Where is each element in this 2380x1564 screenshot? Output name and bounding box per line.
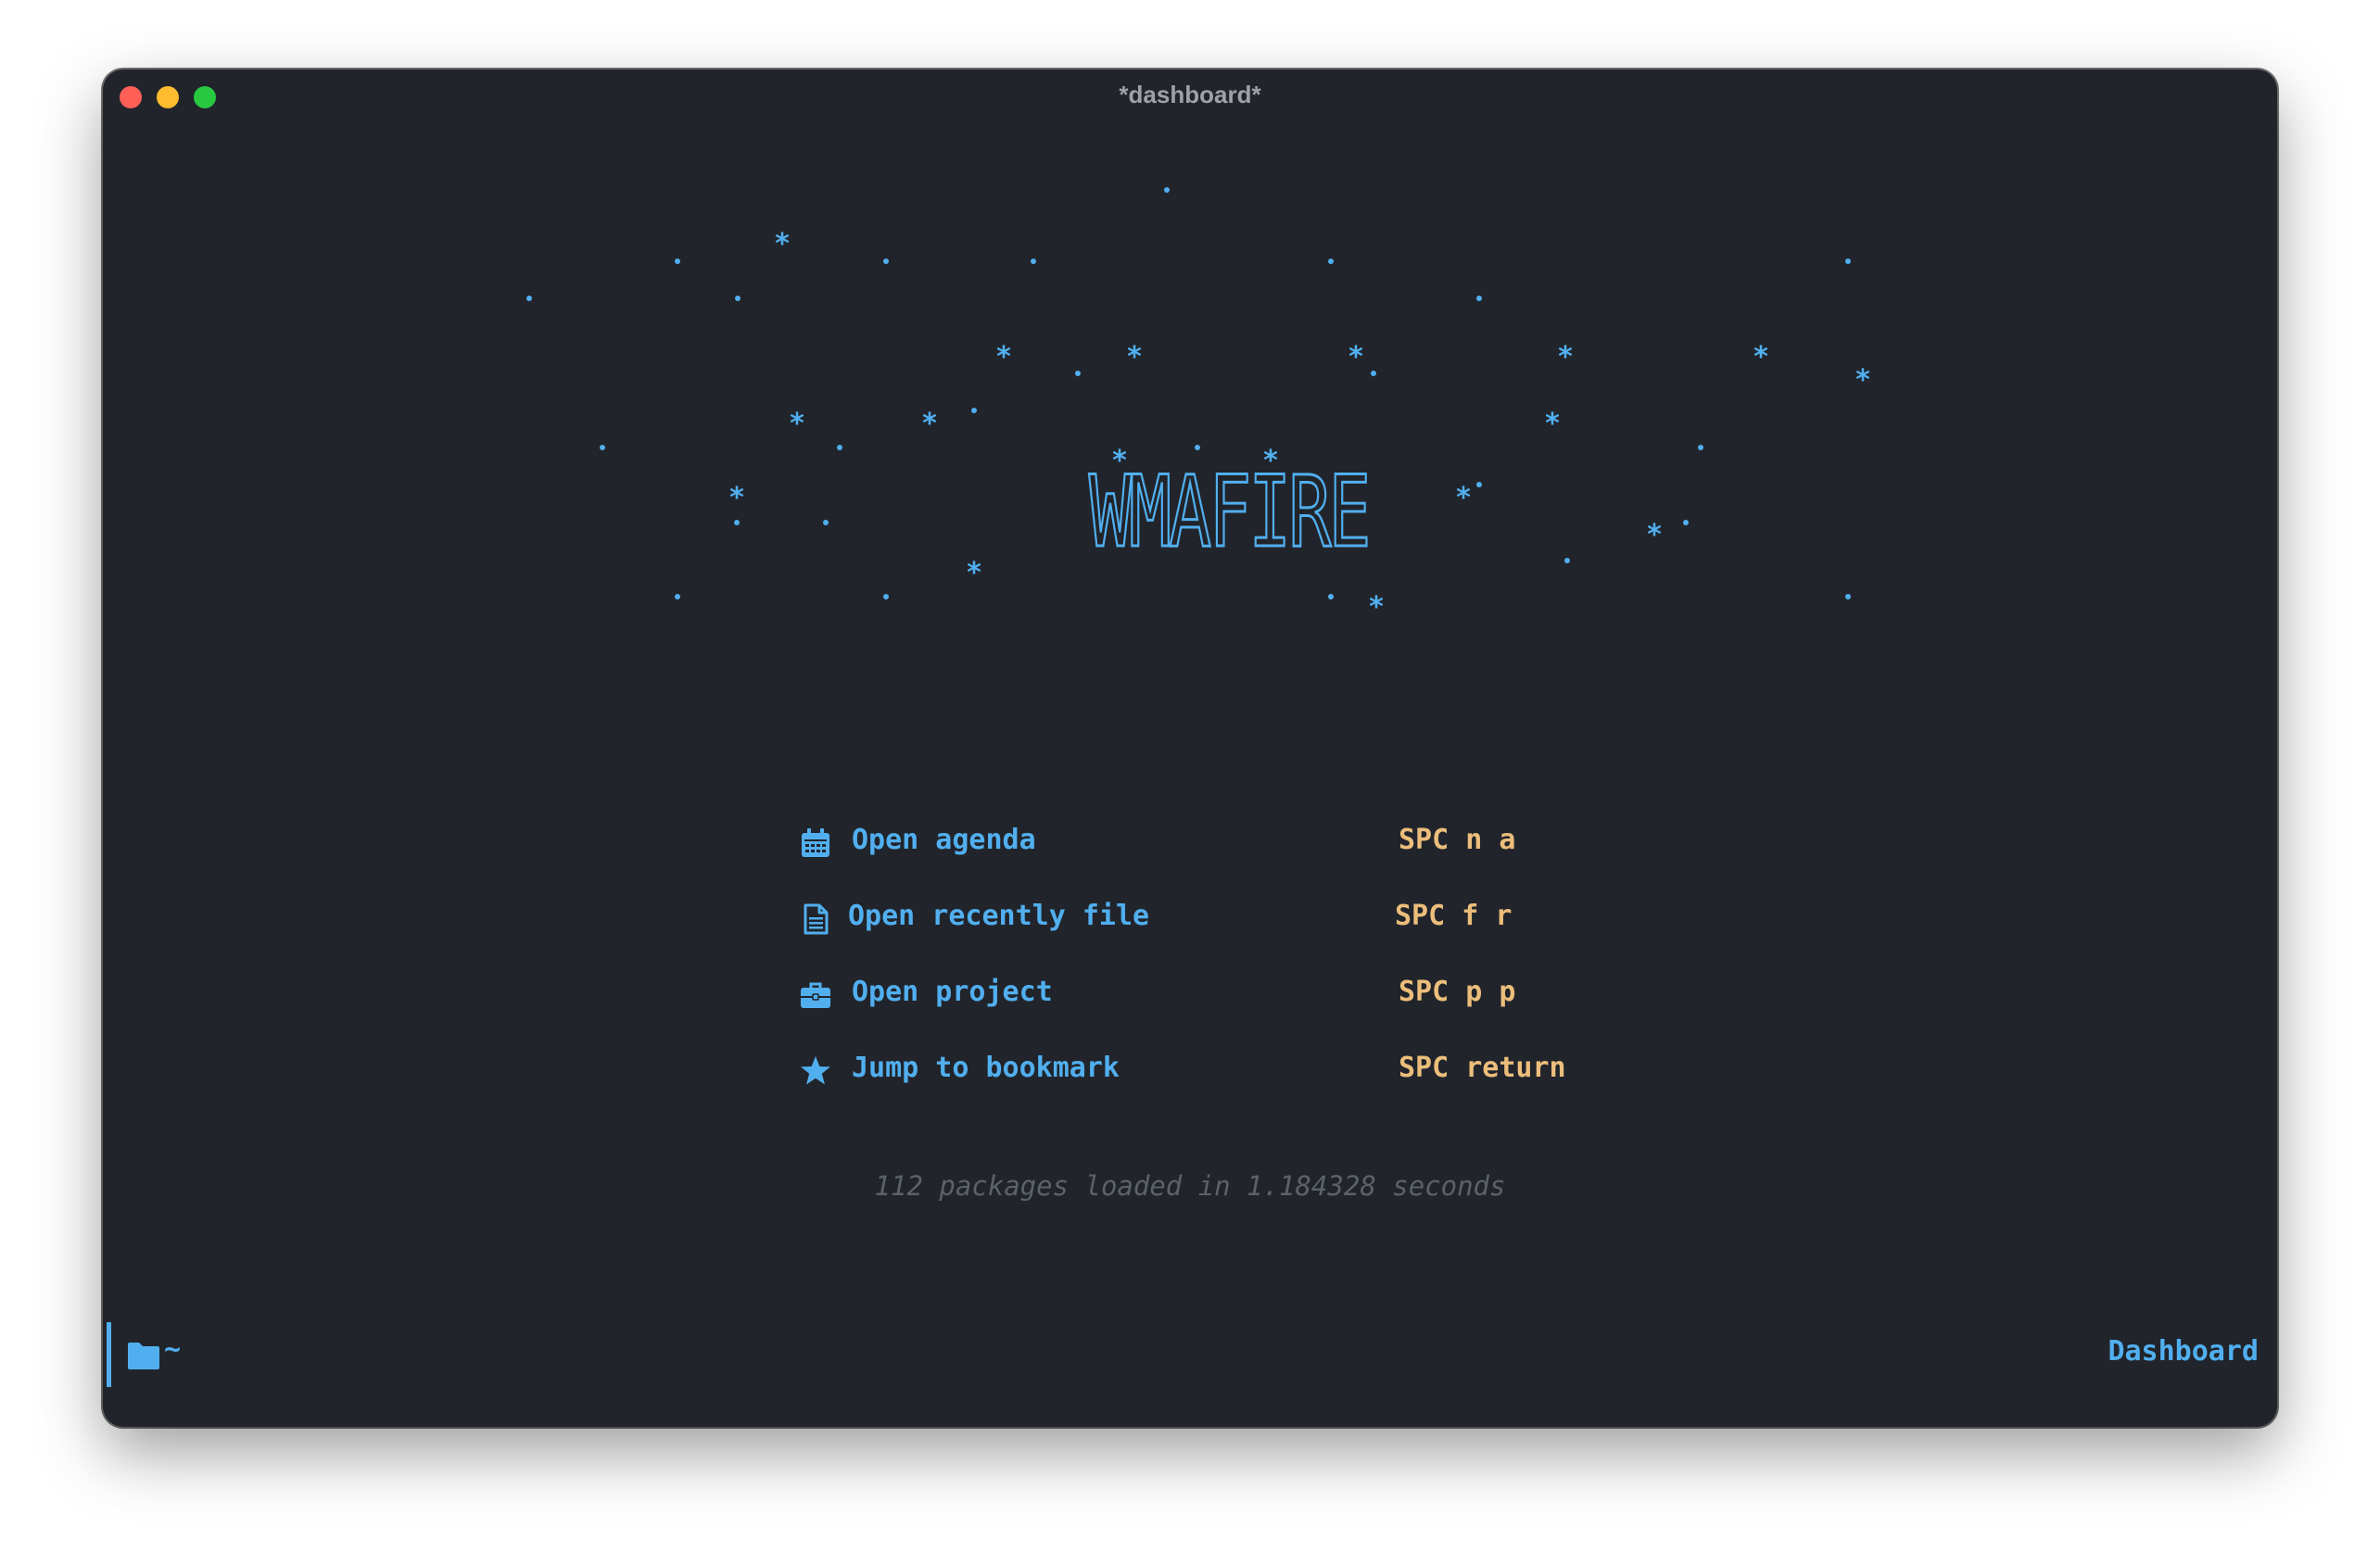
- star-dot-11: [971, 408, 977, 413]
- star-dot-23: [1328, 594, 1334, 599]
- menu-item-shortcut: SPC p p: [1399, 976, 1516, 1008]
- menu-item-label: Open agenda: [852, 824, 1036, 856]
- star-icon: [801, 1056, 830, 1085]
- mode-line: ~ Dashboard: [103, 1322, 2277, 1389]
- star-asterisk-15: *: [1646, 519, 1663, 551]
- star-asterisk-4: *: [1557, 341, 1574, 373]
- star-dot-12: [600, 445, 605, 450]
- calendar-icon: [802, 828, 829, 857]
- star-dot-3: [1031, 259, 1036, 264]
- star-dot-20: [1564, 558, 1570, 563]
- menu-item-label: Jump to bookmark: [852, 1052, 1120, 1084]
- briefcase-icon: [801, 982, 830, 1008]
- star-asterisk-5: *: [1753, 341, 1769, 373]
- star-dot-13: [837, 445, 842, 450]
- star-dot-15: [1698, 445, 1703, 450]
- star-dot-7: [735, 296, 741, 301]
- menu-item-jump-to-bookmark[interactable]: Jump to bookmark SPC return: [800, 1044, 1634, 1100]
- star-asterisk-7: *: [789, 408, 805, 440]
- star-dot-1: [675, 259, 680, 264]
- star-asterisk-13: *: [1455, 482, 1472, 514]
- star-dot-4: [1328, 259, 1334, 264]
- star-dot-16: [1476, 482, 1482, 487]
- menu-item-shortcut: SPC n a: [1399, 824, 1516, 856]
- banner-logo: WMAFIRE: [1088, 455, 1373, 569]
- star-dot-24: [1845, 594, 1851, 599]
- menu-item-shortcut: SPC f r: [1395, 900, 1513, 932]
- star-dot-2: [883, 259, 889, 264]
- star-dot-21: [675, 594, 680, 599]
- star-dot-5: [1845, 259, 1851, 264]
- star-dot-18: [823, 520, 829, 525]
- star-dot-14: [1195, 445, 1200, 450]
- star-asterisk-0: *: [774, 228, 791, 260]
- star-asterisk-6: *: [1855, 364, 1871, 397]
- star-asterisk-12: *: [728, 482, 745, 514]
- star-dot-22: [883, 594, 889, 599]
- menu-item-open-project[interactable]: Open project SPC p p: [800, 968, 1634, 1024]
- major-mode-name: Dashboard: [2108, 1335, 2259, 1368]
- emacs-window: *dashboard* * * * * * * * * * * * * * * * * * WMAFIRE Op…: [103, 69, 2277, 1427]
- current-directory: ~: [164, 1333, 182, 1366]
- star-asterisk-2: *: [1126, 341, 1143, 373]
- star-asterisk-8: *: [921, 408, 938, 440]
- star-dot-6: [526, 296, 532, 301]
- star-dot-17: [734, 520, 740, 525]
- star-asterisk-11: *: [1544, 408, 1561, 440]
- init-info: 112 packages loaded in 1.184328 seconds: [874, 1170, 1506, 1202]
- star-asterisk-16: *: [1368, 591, 1385, 624]
- menu-item-open-agenda[interactable]: Open agenda SPC n a: [800, 816, 1634, 872]
- menu-item-shortcut: SPC return: [1399, 1052, 1566, 1084]
- star-dot-8: [1476, 296, 1482, 301]
- menu-item-label: Open recently file: [848, 900, 1150, 932]
- star-dot-10: [1371, 371, 1376, 376]
- file-icon: [804, 903, 829, 935]
- menu-item-open-recent-file[interactable]: Open recently file SPC f r: [800, 892, 1634, 948]
- star-dot-0: [1164, 187, 1170, 193]
- star-dot-19: [1683, 520, 1689, 525]
- folder-icon: [128, 1343, 159, 1369]
- star-dot-9: [1075, 371, 1081, 376]
- menu-item-label: Open project: [852, 976, 1053, 1008]
- star-asterisk-1: *: [995, 341, 1012, 373]
- mode-line-indicator: [107, 1322, 111, 1387]
- star-asterisk-3: *: [1348, 341, 1364, 373]
- star-asterisk-14: *: [966, 557, 982, 589]
